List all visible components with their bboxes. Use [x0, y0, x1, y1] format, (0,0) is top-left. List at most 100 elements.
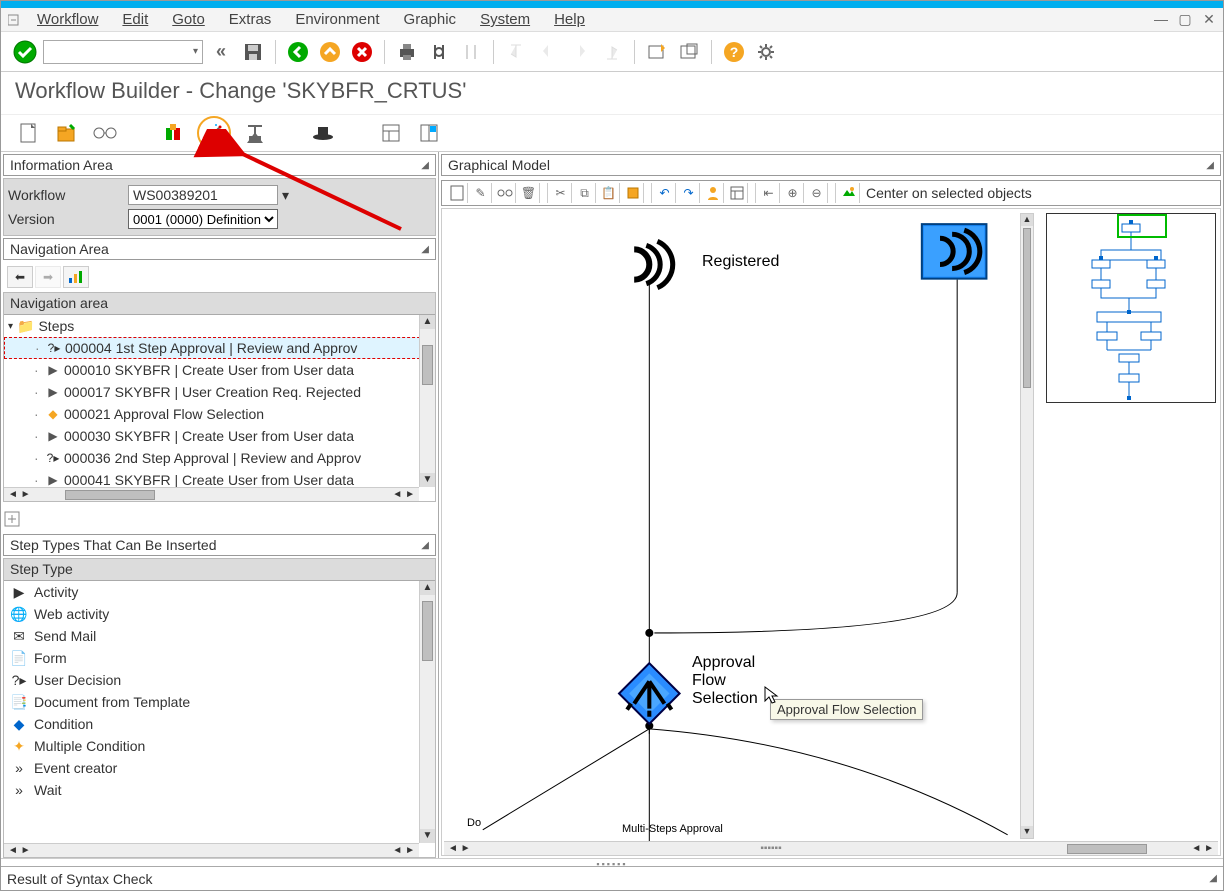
nav-tree[interactable]: ▾ 📁 Steps ·?▸000004 1st Step Approval | …: [4, 315, 435, 501]
panel-toggle-icon[interactable]: ◢: [1206, 160, 1214, 171]
gm-props-icon[interactable]: [726, 183, 748, 203]
menu-help[interactable]: Help: [544, 9, 595, 30]
back-button[interactable]: [284, 38, 312, 66]
menu-graphic[interactable]: Graphic: [394, 9, 467, 30]
cursor-icon: [764, 686, 780, 706]
gm-undo-icon[interactable]: ↶: [654, 183, 676, 203]
layout1-icon[interactable]: [377, 119, 405, 147]
tree-item[interactable]: ·▶000030 SKYBFR | Create User from User …: [4, 425, 435, 447]
menu-environment[interactable]: Environment: [285, 9, 389, 30]
menu-goto[interactable]: Goto: [162, 9, 215, 30]
menu-workflow[interactable]: Workflow: [27, 9, 108, 30]
steptype-item[interactable]: ◆Condition: [4, 713, 435, 735]
back-double-icon[interactable]: «: [207, 38, 235, 66]
nav-tree-panel: Navigation area ▾ 📁 Steps ·?▸000004 1st …: [3, 292, 436, 502]
tree-item[interactable]: ·▶000017 SKYBFR | User Creation Req. Rej…: [4, 381, 435, 403]
workflow-value[interactable]: WS00389201: [128, 185, 278, 205]
tree-folder-steps[interactable]: ▾ 📁 Steps: [4, 315, 435, 337]
steptype-item[interactable]: »Event creator: [4, 757, 435, 779]
splitter[interactable]: ▪▪▪▪▪▪: [1, 858, 1223, 866]
tree-item[interactable]: ·▶000010 SKYBFR | Create User from User …: [4, 359, 435, 381]
vertical-scrollbar[interactable]: ▲▼: [419, 315, 435, 487]
nav-chart-icon[interactable]: [63, 266, 89, 288]
gm-delete-icon[interactable]: 🗑: [518, 183, 540, 203]
steptype-item[interactable]: 📑Document from Template: [4, 691, 435, 713]
gm-block-icon[interactable]: [622, 183, 644, 203]
gm-zoomin-icon[interactable]: ⊕: [782, 183, 804, 203]
main-toolbar: ▾ « ?: [1, 32, 1223, 72]
vertical-scrollbar[interactable]: ▲▼: [419, 581, 435, 843]
statusbar-corner-icon[interactable]: ◢: [1209, 873, 1217, 884]
gm-redo-icon[interactable]: ↷: [678, 183, 700, 203]
shortcut-icon[interactable]: [675, 38, 703, 66]
save-icon[interactable]: [239, 38, 267, 66]
cancel-button[interactable]: [348, 38, 376, 66]
find-icon[interactable]: [425, 38, 453, 66]
print-icon[interactable]: [393, 38, 421, 66]
gm-new-icon[interactable]: [446, 183, 468, 203]
check-syntax-icon[interactable]: [159, 119, 187, 147]
menu-edit[interactable]: Edit: [112, 9, 158, 30]
gm-copy-icon[interactable]: ⧉: [574, 183, 596, 203]
steptype-item[interactable]: 📄Form: [4, 647, 435, 669]
gm-zoomout-icon[interactable]: ⊖: [806, 183, 828, 203]
new-doc-icon[interactable]: [15, 119, 43, 147]
steptype-item[interactable]: ✦Multiple Condition: [4, 735, 435, 757]
layout2-icon[interactable]: [415, 119, 443, 147]
gm-edit-icon[interactable]: ✎: [470, 183, 492, 203]
close-button[interactable]: ✕: [1201, 11, 1217, 28]
nav-fwd-icon: ➡: [35, 266, 61, 288]
steptype-item[interactable]: »Wait: [4, 779, 435, 801]
canvas-hscroll[interactable]: ◄ ► ▪▪▪▪▪▪ ◄ ►: [444, 841, 1218, 855]
gm-overview-icon[interactable]: [838, 183, 860, 203]
new-session-icon[interactable]: [643, 38, 671, 66]
steptype-item[interactable]: ✉Send Mail: [4, 625, 435, 647]
tree-item[interactable]: ·?▸000004 1st Step Approval | Review and…: [4, 337, 435, 359]
panel-toggle-icon[interactable]: ◢: [421, 160, 429, 171]
steptype-item[interactable]: ▶Activity: [4, 581, 435, 603]
app-menu-icon[interactable]: [7, 12, 23, 28]
left-pane: Information Area◢ Workflow WS00389201 ▾ …: [1, 152, 439, 858]
nav-back-icon[interactable]: ⬅: [7, 266, 33, 288]
window-controls: — ▢ ✕: [1153, 11, 1217, 28]
menubar: Workflow Edit Goto Extras Environment Gr…: [1, 8, 1223, 32]
wizard-highlighted[interactable]: [197, 116, 231, 150]
hat-icon[interactable]: [309, 119, 337, 147]
panel-toggle-icon[interactable]: ◢: [421, 244, 429, 255]
canvas-vscroll[interactable]: ▲ ▼: [1020, 213, 1034, 839]
dropdown-icon[interactable]: ▾: [282, 187, 289, 204]
ok-button[interactable]: [11, 38, 39, 66]
mini-map[interactable]: [1046, 213, 1216, 403]
command-field[interactable]: ▾: [43, 40, 203, 64]
expand-icon[interactable]: [3, 510, 21, 528]
right-pane: Graphical Model◢ ✎ 🗑 ✂ ⧉ 📋 ↶ ↷ ⇤ ⊕: [439, 152, 1223, 858]
gm-glasses-icon[interactable]: [494, 183, 516, 203]
panel-toggle-icon[interactable]: ◢: [421, 540, 429, 551]
tree-item[interactable]: ·◆000021 Approval Flow Selection: [4, 403, 435, 425]
steptype-item[interactable]: ?▸User Decision: [4, 669, 435, 691]
steptype-colheader: Step Type: [4, 559, 435, 581]
tree-item[interactable]: ·?▸000036 2nd Step Approval | Review and…: [4, 447, 435, 469]
gm-paste-icon[interactable]: 📋: [598, 183, 620, 203]
menu-extras[interactable]: Extras: [219, 9, 282, 30]
gm-cut-icon[interactable]: ✂: [550, 183, 572, 203]
gm-person-icon[interactable]: [702, 183, 724, 203]
first-page-icon: [502, 38, 530, 66]
workflow-canvas[interactable]: Registered Approval Flow Selection Do Mu…: [441, 208, 1221, 856]
steptype-list[interactable]: ▶Activity🌐Web activity✉Send Mail📄Form?▸U…: [4, 581, 435, 857]
menu-system[interactable]: System: [470, 9, 540, 30]
horizontal-scrollbar[interactable]: ◄ ►◄ ►: [4, 843, 419, 857]
nav-tree-header: Navigation area: [4, 293, 435, 315]
settings-icon[interactable]: [752, 38, 780, 66]
test-icon[interactable]: [241, 119, 269, 147]
minimize-button[interactable]: —: [1153, 11, 1169, 28]
up-button[interactable]: [316, 38, 344, 66]
help-icon[interactable]: ?: [720, 38, 748, 66]
version-select[interactable]: 0001 (0000) Definition: [128, 209, 278, 229]
steptype-item[interactable]: 🌐Web activity: [4, 603, 435, 625]
maximize-button[interactable]: ▢: [1177, 11, 1193, 28]
open-icon[interactable]: [53, 119, 81, 147]
gm-align-icon[interactable]: ⇤: [758, 183, 780, 203]
horizontal-scrollbar[interactable]: ◄ ►◄ ►: [4, 487, 419, 501]
glasses-icon[interactable]: [91, 119, 119, 147]
